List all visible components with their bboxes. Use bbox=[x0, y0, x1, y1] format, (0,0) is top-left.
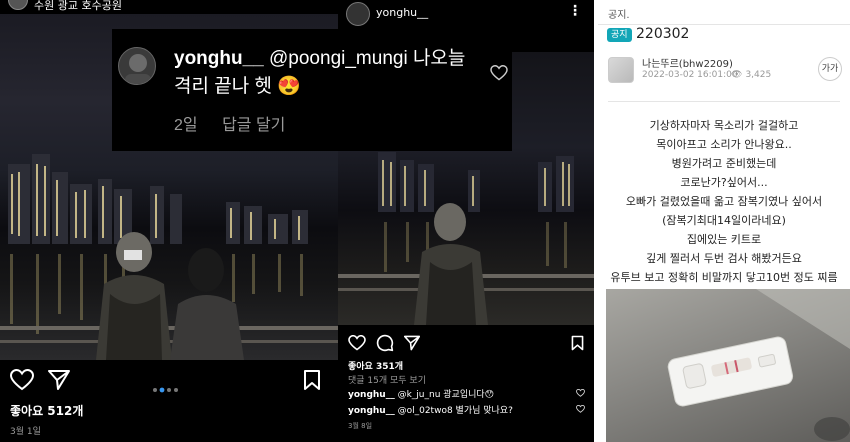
font-size-button[interactable]: 가가 bbox=[818, 57, 842, 81]
bookmark-icon[interactable] bbox=[303, 369, 321, 391]
view-all-comments-link[interactable]: 댓글 15개 모두 보기 bbox=[348, 373, 426, 386]
comment-text: @ol_02two8 별가님 맞나요? bbox=[397, 406, 513, 416]
comment-time: 2일 bbox=[174, 117, 198, 134]
body-line: 유투브 보고 정확히 비말까지 닿고10번 정도 찌름 bbox=[610, 271, 838, 284]
like-heart-icon[interactable] bbox=[348, 335, 366, 351]
comment-username[interactable]: yonghu__ bbox=[348, 390, 395, 400]
comment-username[interactable]: yonghu__ bbox=[174, 48, 264, 69]
post-body: 기상하자마자 목소리가 걸걸하고 목이아프고 소리가 안나왕요.. 병원가려고 … bbox=[602, 116, 846, 287]
author-avatar[interactable] bbox=[608, 57, 634, 83]
notice-badge: 공지 bbox=[607, 28, 632, 42]
comment-like-icon[interactable] bbox=[576, 405, 585, 413]
eye-icon: 👁 bbox=[731, 70, 743, 80]
person-silhouette bbox=[414, 203, 488, 325]
comment-meta: 2일 답글 달기 bbox=[174, 111, 285, 135]
avatar[interactable] bbox=[346, 2, 370, 26]
share-send-icon[interactable] bbox=[48, 369, 70, 391]
comment-text: @k_ju_nu 광교입니다😯 bbox=[397, 390, 495, 400]
reply-link[interactable]: 답글 달기 bbox=[222, 117, 285, 134]
comment-like-icon[interactable] bbox=[576, 389, 585, 397]
commenter-avatar[interactable] bbox=[118, 47, 156, 85]
bookmark-icon[interactable] bbox=[571, 335, 584, 351]
like-heart-icon[interactable] bbox=[10, 369, 34, 391]
body-line: 병원가려고 준비했는데 bbox=[671, 157, 777, 170]
like-count[interactable]: 좋아요 351개 bbox=[348, 359, 403, 372]
body-line: 집에있는 키트로 bbox=[686, 233, 762, 246]
post-action-bar: 좋아요 512개 3월 1일 bbox=[0, 360, 338, 442]
heart-eyes-emoji: 😍 bbox=[277, 76, 301, 97]
avatar[interactable] bbox=[8, 0, 28, 10]
post-datetime: 2022-03-02 16:01:00 bbox=[642, 70, 738, 80]
post-header: 수원 광교 호수공원 bbox=[0, 0, 338, 14]
comment-icon[interactable] bbox=[376, 334, 394, 352]
comment-username[interactable]: yonghu__ bbox=[348, 406, 395, 416]
divider bbox=[608, 101, 840, 102]
post-date: 3월 8일 bbox=[348, 422, 373, 430]
comment-row: yonghu__ @k_ju_nu 광교입니다😯 bbox=[348, 387, 588, 400]
comment-body: yonghu__ @poongi_mungi 나오늘 격리 끝나 헷 😍 bbox=[174, 45, 474, 101]
author-name[interactable]: 나는뚜르(bhw2209) bbox=[642, 55, 733, 70]
post-title: 220302 bbox=[636, 26, 690, 42]
share-send-icon[interactable] bbox=[404, 335, 420, 351]
person-silhouette bbox=[96, 232, 172, 360]
body-line: 코로난가?싶어서... bbox=[680, 176, 768, 189]
body-line: 목이아프고 소리가 안나왕요.. bbox=[656, 138, 792, 151]
divider bbox=[598, 24, 850, 25]
body-line: (잠복기최대14일이라네요) bbox=[662, 214, 786, 227]
body-line: 기상하자마자 목소리가 걸걸하고 bbox=[649, 119, 799, 132]
post-location[interactable]: 수원 광교 호수공원 bbox=[34, 0, 122, 13]
post-username[interactable]: yonghu__ bbox=[376, 6, 428, 19]
carousel-indicator bbox=[152, 378, 182, 393]
post-details: 좋아요 351개 댓글 15개 모두 보기 yonghu__ @k_ju_nu … bbox=[338, 325, 594, 442]
breadcrumb[interactable]: 공지. bbox=[608, 6, 630, 21]
body-line: 오빠가 걸렸었을때 옮고 잠복기였나 싶어서 bbox=[625, 195, 823, 208]
community-post: 공지. 공지 220302 나는뚜르(bhw2209) 2022-03-02 1… bbox=[598, 0, 850, 442]
view-count: 👁 3,425 bbox=[731, 70, 772, 80]
comment-callout: yonghu__ @poongi_mungi 나오늘 격리 끝나 헷 😍 2일 … bbox=[112, 29, 512, 151]
comment-like-icon[interactable] bbox=[490, 65, 508, 81]
more-options-icon[interactable]: ⋮ bbox=[568, 3, 582, 19]
like-count[interactable]: 좋아요 512개 bbox=[10, 402, 83, 419]
post-date: 3월 1일 bbox=[10, 427, 41, 437]
post-header: yonghu__ ⋮ bbox=[338, 0, 594, 28]
body-line: 깊게 찔러서 두번 검사 해봤거든요 bbox=[646, 252, 802, 265]
covid-test-kit-photo bbox=[606, 289, 850, 442]
comment-row: yonghu__ @ol_02two8 별가님 맞나요? bbox=[348, 403, 588, 416]
